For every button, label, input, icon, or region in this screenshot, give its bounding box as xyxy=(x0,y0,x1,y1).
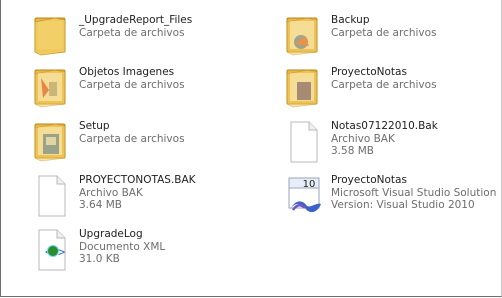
item-name: UpgradeLog xyxy=(79,228,143,240)
item-type: Carpeta de archivos xyxy=(79,78,185,91)
folder-icon xyxy=(34,69,66,108)
visual-studio-solution-icon: 10 xyxy=(288,177,321,213)
item-name: Objetos Imagenes xyxy=(79,66,175,78)
svg-text:>: > xyxy=(58,245,65,259)
file-icon xyxy=(290,121,318,163)
folder-icon xyxy=(34,123,66,162)
folder-icon xyxy=(34,17,66,56)
file-item[interactable]: ProyectoNotas Carpeta de archivos xyxy=(281,64,502,114)
item-name: ProyectoNotas xyxy=(331,66,407,78)
item-type: Carpeta de archivos xyxy=(79,26,185,39)
item-name: Notas07122010.Bak xyxy=(331,120,438,132)
file-item[interactable]: 10 ProyectoNotas Microsoft Visual Studio… xyxy=(281,172,499,222)
file-icon xyxy=(38,175,66,217)
item-type: Carpeta de archivos xyxy=(79,132,185,145)
item-type: Microsoft Visual Studio Solution xyxy=(331,186,497,199)
item-type: Documento XML xyxy=(79,240,166,253)
file-item[interactable]: < > UpgradeLog Documento XML 31.0 KB xyxy=(29,226,265,276)
file-item[interactable]: Backup Carpeta de archivos xyxy=(281,12,502,62)
item-type: Archivo BAK xyxy=(79,186,143,199)
file-item[interactable]: _UpgradeReport_Files Carpeta de archivos xyxy=(29,12,265,62)
item-name: ProyectoNotas xyxy=(331,174,407,186)
folder-icon xyxy=(286,17,318,56)
file-item[interactable]: Notas07122010.Bak Archivo BAK 3.58 MB xyxy=(281,118,502,168)
folder-icon xyxy=(286,69,318,108)
item-version: Version: Visual Studio 2010 xyxy=(331,199,475,211)
xml-document-icon: < > xyxy=(38,229,66,271)
item-type: Carpeta de archivos xyxy=(331,78,437,91)
item-name: PROYECTONOTAS.BAK xyxy=(79,174,196,186)
file-item[interactable]: Objetos Imagenes Carpeta de archivos xyxy=(29,64,265,114)
item-type: Archivo BAK xyxy=(331,132,395,145)
item-name: _UpgradeReport_Files xyxy=(79,14,193,26)
version-badge: 10 xyxy=(303,179,316,190)
file-item[interactable]: PROYECTONOTAS.BAK Archivo BAK 3.64 MB xyxy=(29,172,265,222)
item-size: 3.64 MB xyxy=(79,199,122,211)
file-item[interactable]: Setup Carpeta de archivos xyxy=(29,118,265,168)
item-type: Carpeta de archivos xyxy=(331,26,437,39)
item-name: Backup xyxy=(331,14,370,26)
item-size: 3.58 MB xyxy=(331,145,374,157)
item-name: Setup xyxy=(79,120,110,132)
item-size: 31.0 KB xyxy=(79,253,120,265)
file-view-pane: _UpgradeReport_Files Carpeta de archivos… xyxy=(0,0,502,297)
